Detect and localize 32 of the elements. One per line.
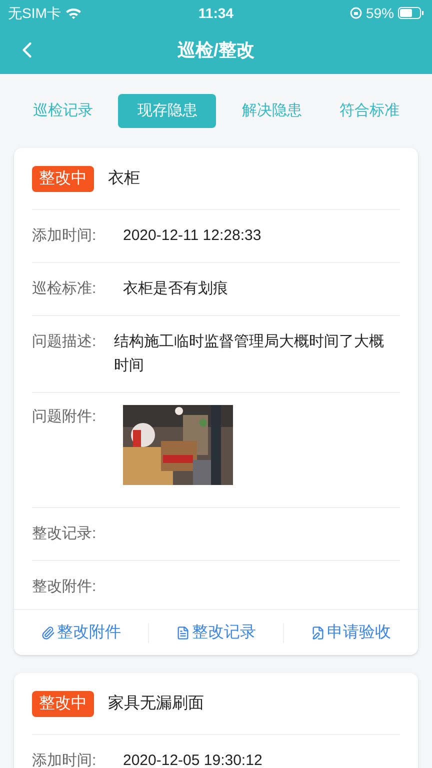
field-label: 巡检标准: <box>32 279 98 299</box>
action-button[interactable]: 申请验收 <box>311 620 391 644</box>
rotation-lock-icon <box>350 7 362 19</box>
battery-percent: 59% <box>366 4 394 22</box>
tab[interactable]: 巡检记录 <box>20 94 105 128</box>
carrier-text: 无SIM卡 <box>8 4 61 22</box>
field-value: 2020-12-11 12:28:33 <box>123 226 262 246</box>
field-label: 问题描述: <box>32 332 98 352</box>
edit-document-icon <box>311 626 325 640</box>
field-value: 结构施工临时监督管理局大概时间了大概时间 <box>114 332 385 376</box>
tab[interactable]: 符合标准 <box>327 94 412 128</box>
action-button[interactable]: 整改记录 <box>176 620 256 644</box>
field-label: 整改记录: <box>32 524 98 544</box>
status-badge: 整改中 <box>32 690 94 716</box>
battery-icon <box>398 7 424 19</box>
wifi-icon <box>64 6 82 20</box>
field-value: 2020-12-05 19:30:12 <box>123 751 264 768</box>
status-badge: 整改中 <box>32 166 94 192</box>
action-button[interactable]: 整改附件 <box>41 620 121 644</box>
field-value: 衣柜是否有划痕 <box>123 279 229 299</box>
document-icon <box>176 626 190 640</box>
field-label: 问题附件: <box>32 407 98 427</box>
field-label: 添加时间: <box>32 226 98 246</box>
clock-time: 11:34 <box>198 4 234 22</box>
tab[interactable]: 现存隐患 <box>118 94 216 128</box>
paperclip-icon <box>41 626 55 640</box>
card-title: 衣柜 <box>108 168 140 188</box>
field-label: 整改附件: <box>32 577 98 597</box>
card-title: 家具无漏刷面 <box>108 694 204 714</box>
field-label: 添加时间: <box>32 751 98 768</box>
tab[interactable]: 解决隐患 <box>230 94 314 128</box>
page-title: 巡检/整改 <box>177 38 254 62</box>
